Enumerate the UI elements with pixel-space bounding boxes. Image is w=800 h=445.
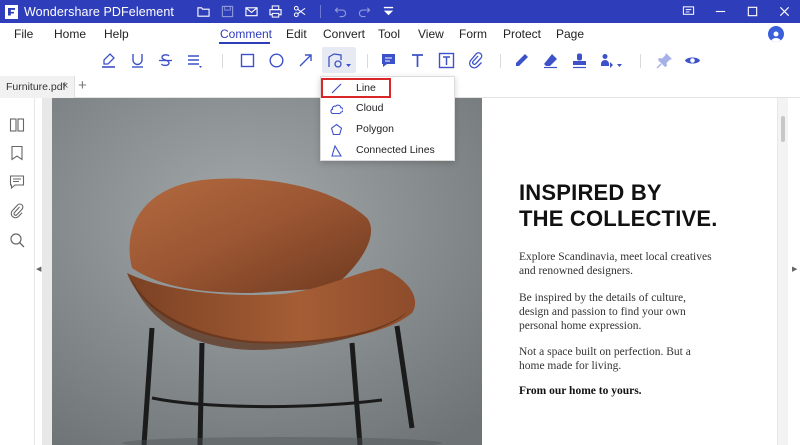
collapse-left-panel-icon[interactable]: ◀ [36, 265, 41, 273]
paragraph-2-line-1: Be inspired by the details of culture, [519, 292, 687, 304]
thumbnail-icon[interactable] [8, 116, 26, 134]
highlight-icon[interactable] [98, 50, 118, 70]
tab-label: Furniture.pdf [6, 81, 66, 93]
toolbar-separator [640, 54, 641, 68]
paragraph-3-line-2: home made for living. [519, 360, 622, 372]
quick-access-toolbar [192, 0, 401, 23]
menu-convert[interactable]: Convert [323, 27, 365, 41]
close-icon[interactable] [768, 0, 800, 23]
text-icon[interactable] [407, 50, 427, 70]
rectangle-icon[interactable] [237, 50, 257, 70]
attachment-icon[interactable] [465, 50, 485, 70]
arrow-icon[interactable] [295, 50, 315, 70]
signature-icon[interactable] [598, 50, 626, 70]
menu-tool[interactable]: Tool [378, 27, 400, 41]
menu-form[interactable]: Form [459, 27, 487, 41]
shape-dropdown-menu: Line Cloud Polygon Connected Lines [320, 76, 455, 161]
menu-view[interactable]: View [418, 27, 444, 41]
paragraph-2: Be inspired by the details of culture, d… [519, 291, 719, 333]
bookmark-icon[interactable] [8, 144, 26, 162]
mail-icon[interactable] [240, 0, 264, 23]
connected-lines-icon [329, 143, 343, 157]
eye-icon[interactable] [682, 50, 702, 70]
pencil-icon[interactable] [511, 50, 531, 70]
window-controls [672, 0, 800, 23]
dropdown-item-cloud[interactable]: Cloud [321, 98, 454, 118]
left-sidebar [0, 98, 35, 445]
comment-toolbar [0, 46, 800, 76]
scrollbar-thumb[interactable] [781, 116, 785, 142]
menu-comment[interactable]: Comment [220, 27, 272, 41]
add-tab-icon[interactable]: + [78, 77, 87, 94]
polygon-icon [329, 122, 343, 136]
toolbar-separator [319, 5, 321, 18]
vertical-scrollbar[interactable] [778, 98, 788, 445]
paragraph-2-line-3: personal home expression. [519, 320, 642, 332]
paragraph-3-line-1: Not a space built on perfection. But a [519, 346, 691, 358]
menu-protect[interactable]: Protect [503, 27, 541, 41]
dropdown-item-label: Polygon [356, 123, 394, 135]
toolbar-separator [500, 54, 501, 68]
menu-page[interactable]: Page [556, 27, 584, 41]
app-title: Wondershare PDFelement [24, 4, 174, 19]
dropdown-item-label: Cloud [356, 102, 384, 114]
dropdown-item-label: Connected Lines [356, 144, 435, 156]
scissors-icon[interactable] [288, 0, 312, 23]
menu-edit[interactable]: Edit [286, 27, 307, 41]
menu-home[interactable]: Home [54, 27, 86, 41]
toolbar-separator [222, 54, 223, 68]
user-avatar-icon[interactable] [768, 26, 784, 42]
dropdown-item-polygon[interactable]: Polygon [321, 119, 454, 139]
strikethrough-icon[interactable] [155, 50, 175, 70]
pin-icon[interactable] [654, 50, 674, 70]
print-icon[interactable] [264, 0, 288, 23]
dropdown-arrow-icon[interactable] [377, 0, 401, 23]
toolbar-separator [367, 54, 368, 68]
comment-list-icon[interactable] [8, 173, 26, 191]
note-icon[interactable] [378, 50, 398, 70]
minimize-icon[interactable] [704, 0, 736, 23]
search-icon[interactable] [8, 231, 26, 249]
tab-close-icon[interactable]: × [62, 80, 68, 92]
paragraph-4: From our home to yours. [519, 385, 642, 397]
text-align-icon[interactable] [184, 50, 204, 70]
feedback-icon[interactable] [672, 0, 704, 23]
page-heading: INSPIRED BY THE COLLECTIVE. [519, 180, 759, 232]
paragraph-2-line-2: design and passion to find your own [519, 306, 686, 318]
textbox-icon[interactable] [436, 50, 456, 70]
menu-help[interactable]: Help [104, 27, 129, 41]
heading-line-2: THE COLLECTIVE. [519, 206, 718, 231]
menu-bar: File Home Help Comment Edit Convert Tool… [0, 23, 800, 46]
app-logo-icon [5, 4, 18, 19]
undo-icon[interactable] [329, 0, 353, 23]
underline-icon[interactable] [127, 50, 147, 70]
dropdown-item-connected-lines[interactable]: Connected Lines [321, 140, 454, 160]
eraser-icon[interactable] [540, 50, 560, 70]
oval-icon[interactable] [266, 50, 286, 70]
heading-line-1: INSPIRED BY [519, 180, 662, 205]
selected-item-highlight [321, 78, 391, 98]
collapse-right-panel-icon[interactable]: ▶ [792, 265, 797, 273]
save-icon[interactable] [216, 0, 240, 23]
active-menu-indicator [219, 42, 270, 44]
menu-file[interactable]: File [14, 27, 33, 41]
paragraph-1-line-1: Explore Scandinavia, meet local creative… [519, 251, 712, 263]
paragraph-1: Explore Scandinavia, meet local creative… [519, 250, 719, 278]
paragraph-3: Not a space built on perfection. But a h… [519, 345, 719, 373]
shape-dropdown-icon[interactable] [322, 47, 356, 73]
maximize-icon[interactable] [736, 0, 768, 23]
attachment-panel-icon[interactable] [8, 202, 26, 220]
stamp-icon[interactable] [569, 50, 589, 70]
folder-icon[interactable] [192, 0, 216, 23]
cloud-icon [329, 101, 343, 115]
redo-icon[interactable] [353, 0, 377, 23]
paragraph-1-line-2: and renowned designers. [519, 265, 634, 277]
title-bar: Wondershare PDFelement [0, 0, 800, 23]
